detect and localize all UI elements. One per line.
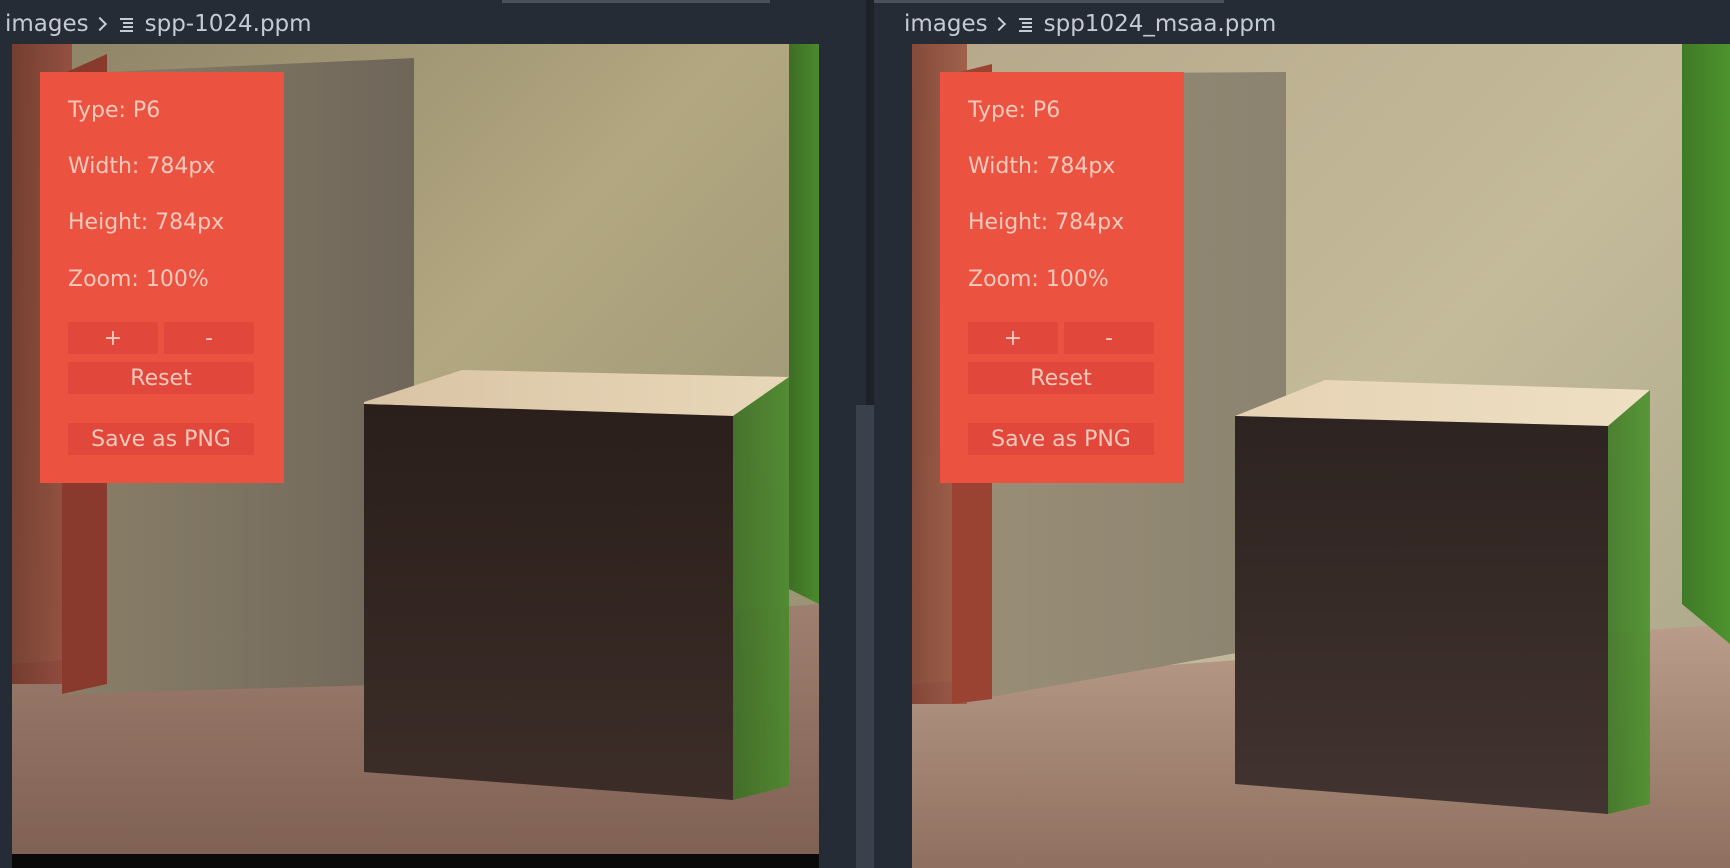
active-tab-indicator <box>874 0 1224 3</box>
width-label: Width: 784px <box>968 154 1116 179</box>
breadcrumb: images spp-1024.ppm <box>5 6 312 42</box>
type-label: Type: P6 <box>968 98 1061 123</box>
scrollbar-thumb[interactable] <box>856 405 874 868</box>
zoom-out-button[interactable]: - <box>164 322 254 354</box>
save-as-png-button[interactable]: Save as PNG <box>68 423 254 455</box>
zoom-label: Zoom: 100% <box>68 267 209 292</box>
height-label: Height: 784px <box>68 210 225 235</box>
image-info-panel: Type: P6 Width: 784px Height: 784px Zoom… <box>40 72 284 483</box>
chevron-right-icon <box>92 16 107 32</box>
reset-button[interactable]: Reset <box>968 362 1154 394</box>
left-editor-pane: images spp-1024.ppm Type: P6 Width: 784p… <box>0 0 866 868</box>
breadcrumb-filename[interactable]: spp-1024.ppm <box>145 11 312 37</box>
type-label: Type: P6 <box>68 98 161 123</box>
zoom-in-button[interactable]: + <box>68 322 158 354</box>
zoom-out-button[interactable]: - <box>1064 322 1154 354</box>
zoom-in-button[interactable]: + <box>968 322 1058 354</box>
chevron-right-icon <box>991 16 1006 32</box>
lines-file-icon <box>119 18 133 32</box>
width-label: Width: 784px <box>68 154 216 179</box>
active-tab-indicator <box>502 0 770 3</box>
breadcrumb-folder[interactable]: images <box>5 11 89 37</box>
breadcrumb: images spp1024_msaa.ppm <box>904 6 1276 42</box>
zoom-label: Zoom: 100% <box>968 267 1109 292</box>
right-editor-pane: images spp1024_msaa.ppm Type: P6 Width: … <box>874 0 1730 868</box>
save-as-png-button[interactable]: Save as PNG <box>968 423 1154 455</box>
lines-file-icon <box>1018 18 1032 32</box>
image-info-panel: Type: P6 Width: 784px Height: 784px Zoom… <box>940 72 1184 483</box>
reset-button[interactable]: Reset <box>68 362 254 394</box>
height-label: Height: 784px <box>968 210 1125 235</box>
breadcrumb-filename[interactable]: spp1024_msaa.ppm <box>1044 11 1277 37</box>
breadcrumb-folder[interactable]: images <box>904 11 988 37</box>
